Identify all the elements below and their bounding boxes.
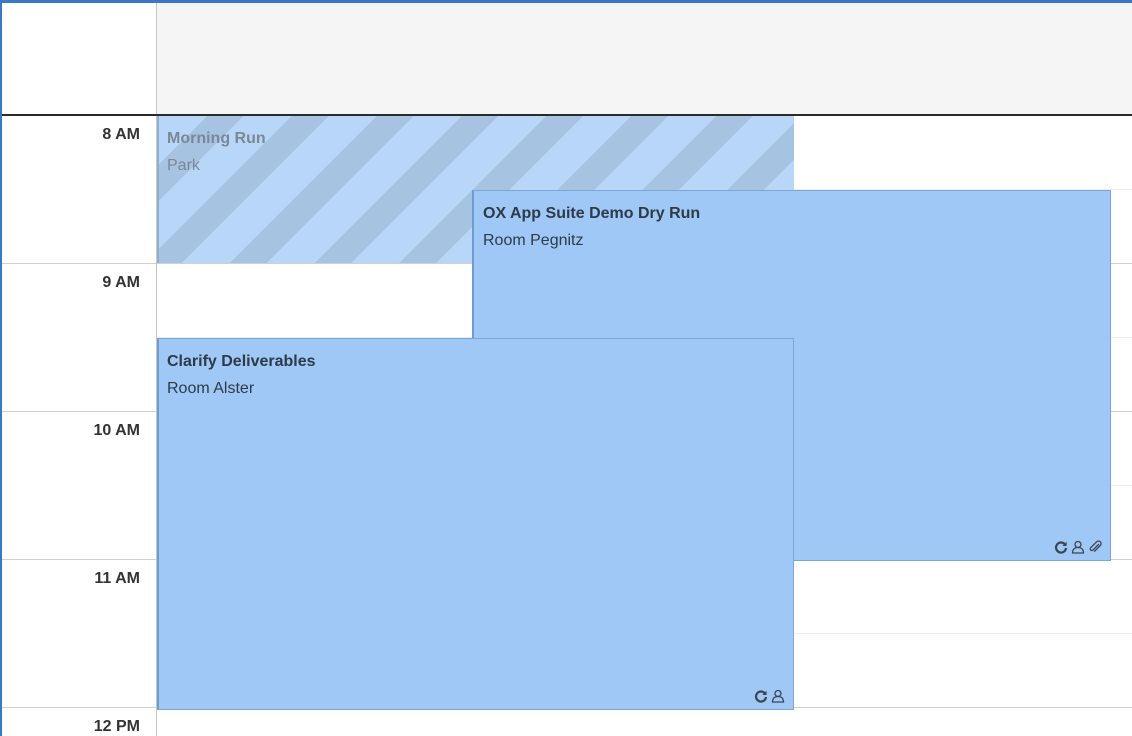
time-label-11am: 11 AM xyxy=(94,570,140,587)
calendar-day-view: 8 AM 9 AM 10 AM 11 AM 12 PM Morning Run … xyxy=(0,0,1132,736)
all-day-area[interactable] xyxy=(157,3,1132,115)
recurrence-icon xyxy=(1054,540,1068,554)
appointment-location: Room Pegnitz xyxy=(483,232,584,249)
attachment-icon xyxy=(1088,540,1102,554)
appointment-clarify-deliverables[interactable]: Clarify Deliverables Room Alster xyxy=(157,338,794,710)
window-border-top xyxy=(0,0,1132,3)
time-label-12pm: 12 PM xyxy=(93,718,140,735)
appointment-title: Morning Run xyxy=(167,130,266,147)
appointment-location: Park xyxy=(167,157,200,174)
appointment-flags xyxy=(754,689,785,703)
time-label-8am: 8 AM xyxy=(102,126,140,143)
participants-icon xyxy=(771,689,785,703)
window-border-left xyxy=(0,0,2,736)
time-label-10am: 10 AM xyxy=(93,422,140,439)
appointment-title: Clarify Deliverables xyxy=(167,353,316,370)
participants-icon xyxy=(1071,540,1085,554)
appointment-location: Room Alster xyxy=(167,380,255,397)
time-label-9am: 9 AM xyxy=(102,274,140,291)
appointment-flags xyxy=(1054,540,1102,554)
recurrence-icon xyxy=(754,689,768,703)
appointment-title: OX App Suite Demo Dry Run xyxy=(483,205,701,222)
